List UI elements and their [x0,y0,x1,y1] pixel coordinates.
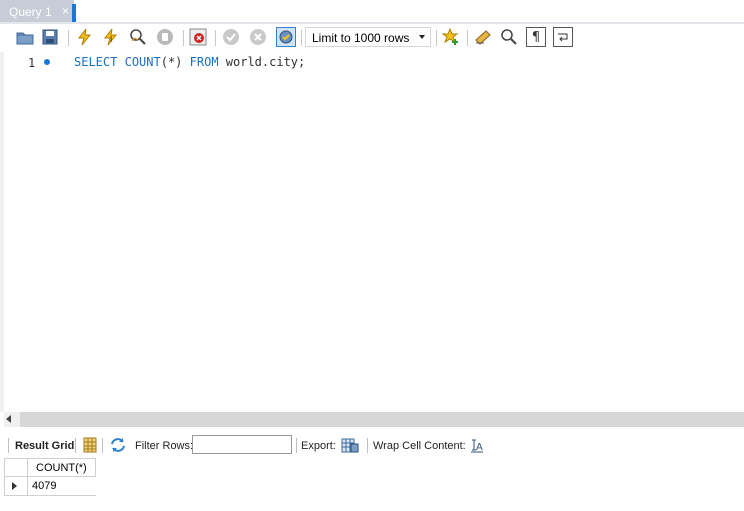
filter-rows-label: Filter Rows: [135,440,194,452]
cell-value: 4079 [32,480,57,492]
export-icon[interactable] [340,435,360,455]
wrap-cell-label: Wrap Cell Content: [373,440,466,452]
execute-current-icon[interactable]: I [100,27,120,47]
result-grid [4,458,744,511]
limit-rows-select[interactable]: Limit to 1000 rows [305,27,431,47]
result-toolbar: Result Grid Filter Rows: Export: Wrap Ce… [0,432,744,457]
filter-rows-input[interactable] [192,435,292,454]
count-args: (*) [160,55,183,69]
limit-rows-value: Limit to 1000 rows [312,31,410,45]
current-row-icon [12,482,17,490]
wrap-cell-toggle-icon[interactable]: A [467,435,487,455]
chevron-down-icon [419,35,425,39]
stop-icon[interactable] [155,27,175,47]
column-header[interactable]: COUNT(*) [28,458,96,477]
add-snippet-icon[interactable] [441,27,461,47]
table-cell[interactable]: 4079 [28,477,96,496]
find-icon[interactable] [499,27,519,47]
open-folder-icon[interactable] [15,27,35,47]
execute-icon[interactable] [74,27,94,47]
commit-icon[interactable] [221,27,241,47]
row-marker[interactable] [4,477,28,496]
svg-text:I: I [110,35,112,44]
table-name: world.city; [225,55,306,69]
beautify-icon[interactable] [473,27,493,47]
chevron-left-icon [6,415,11,423]
tab-active-indicator [72,4,76,24]
refresh-icon[interactable] [108,435,128,455]
horizontal-scrollbar[interactable] [4,412,744,427]
keyword-from: FROM [189,55,219,69]
line-number: 1 [28,56,36,70]
wrap-lines-icon[interactable] [553,27,573,47]
rollback-icon[interactable] [248,27,268,47]
close-icon[interactable]: × [62,4,69,18]
result-grid-tab[interactable]: Result Grid [15,440,74,452]
toggle-error-icon[interactable] [188,27,208,47]
export-label: Export: [301,440,336,452]
function-count: COUNT [124,55,161,69]
sql-editor[interactable] [4,52,744,412]
tab-bar: Query 1 × [0,0,744,24]
explain-icon[interactable] [128,27,148,47]
svg-text:A: A [476,442,483,453]
sql-code-line[interactable]: SELECT COUNT(*) FROM world.city; [74,55,305,69]
tab-label: Query 1 [9,5,52,19]
scroll-left-button[interactable] [4,412,20,427]
invisible-chars-icon[interactable]: ¶ [526,27,546,47]
save-icon[interactable] [40,27,60,47]
column-header-label: COUNT(*) [36,462,87,474]
toggle-autocommit-icon[interactable] [276,27,296,47]
tab-query-1[interactable]: Query 1 × [0,0,74,23]
sql-editor-toolbar: I Limit to 1000 rows ¶ [0,24,744,52]
keyword-select: SELECT [74,55,118,69]
grid-view-icon[interactable] [80,435,100,455]
grid-corner[interactable] [4,458,28,477]
statement-marker-icon [44,59,50,65]
